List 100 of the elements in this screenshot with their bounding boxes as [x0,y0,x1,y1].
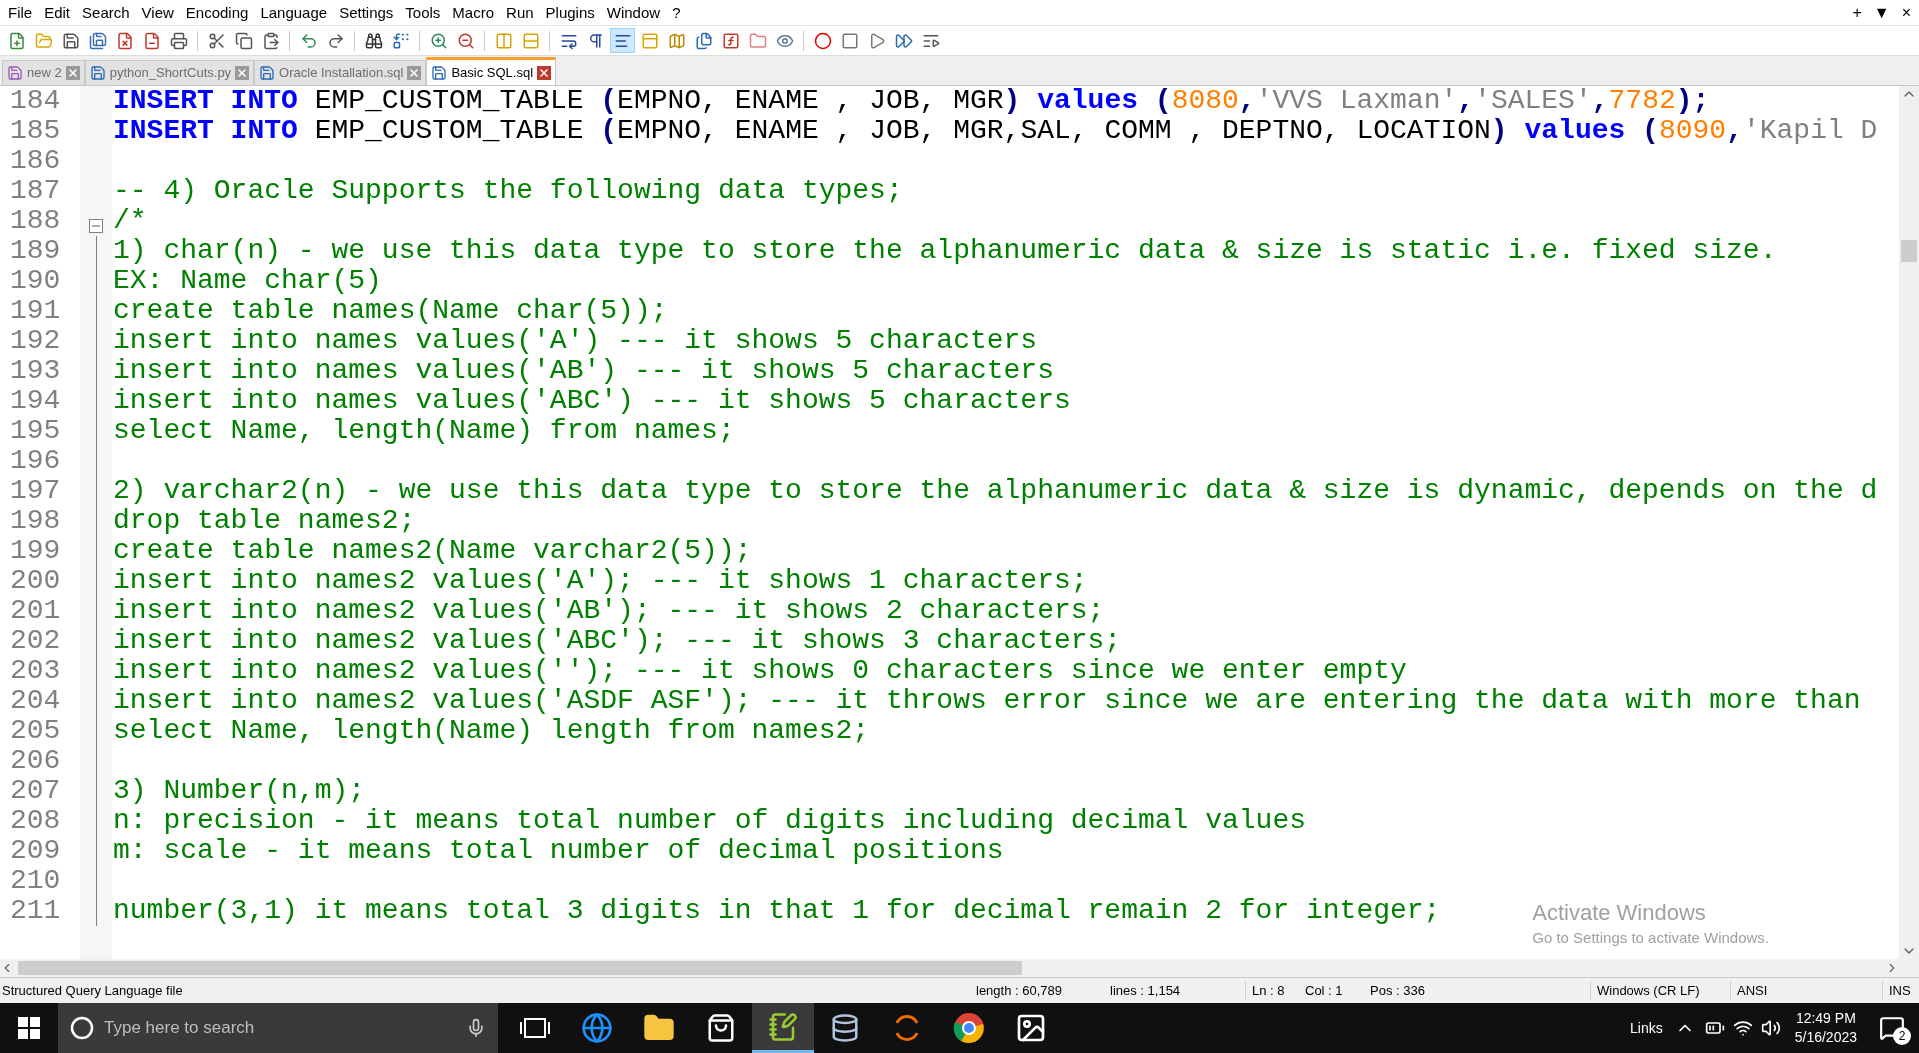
save-all-icon [88,31,107,50]
microphone-icon[interactable] [466,1018,486,1038]
line-number: 196 [10,446,62,476]
clock-time[interactable]: 12:49 PM [1795,1009,1856,1028]
line-number: 193 [10,356,62,386]
code-line: /* [113,205,147,236]
code-line: 1) char(n) - we use this data type to store the alphanumeric data & size is static i.e. fixed size. [113,235,1777,266]
redo-icon [326,31,345,50]
shopping-bag-icon [706,1013,736,1043]
line-number: 211 [10,896,62,926]
code-line: INSERT INTO EMP_CUSTOM_TABLE (EMPNO, ENAME , JOB, MGR) values (8080,'VVS Laxman','SALES',7782); [113,86,1710,116]
close-icon[interactable] [537,65,552,80]
menu-item[interactable]: Encoding [179,0,255,25]
wifi-icon[interactable] [1732,1018,1753,1038]
windows-logo-icon [18,1017,40,1039]
code-line: insert into names2 values('A'); --- it shows 1 characters; [113,565,1088,596]
search-icon [70,1016,94,1040]
scroll-thumb[interactable] [1901,240,1917,262]
browser-icon [581,1012,613,1044]
window-control[interactable]: × [1895,1,1917,24]
line-number: 207 [10,776,62,806]
menu-item[interactable]: Settings [333,0,400,25]
line-info: Ln : 8 [1245,980,1305,1001]
document-list-icon [694,31,713,50]
line-number: 192 [10,326,62,356]
menu-item[interactable]: ? [666,0,687,25]
stop-icon [840,31,859,50]
search-bar[interactable]: Type here to search [58,1003,498,1053]
map-icon [667,31,686,50]
notification-icon[interactable] [1879,1015,1905,1041]
taskbar-app[interactable] [752,1003,814,1053]
activation-title: Activate Windows [1532,899,1707,927]
menu-item[interactable]: Language [254,0,334,25]
line-number: 194 [10,386,62,416]
fast-forward-icon [894,31,913,50]
print-icon [169,31,188,50]
line-number: 185 [10,116,62,146]
menu-item[interactable]: Plugins [539,0,601,25]
code-line: insert into names2 values(''); --- it shows 0 characters since we enter empty [113,655,1407,686]
file-tab[interactable]: new 2 [2,60,85,85]
close-icon[interactable] [65,66,80,80]
line-number: 187 [10,176,62,206]
search-field[interactable]: Type here to search [104,1015,456,1041]
save-icon [61,31,80,50]
menu-item[interactable]: View [135,0,180,25]
file-tab[interactable]: Basic SQL.sql [426,57,557,85]
replace-icon [391,31,410,50]
code-line: insert into names values('A') --- it shows 5 characters [113,325,1038,356]
copy-icon [234,31,253,50]
line-number: 188 [10,206,62,236]
line-number: 201 [10,596,62,626]
sync-horizontal-icon [521,31,540,50]
code-line: EX: Name char(5) [113,265,382,296]
code-line: insert into names values('ABC') --- it shows 5 characters [113,385,1071,416]
line-number: 198 [10,506,62,536]
close-icon[interactable] [407,66,422,80]
notification-count: 2 [1893,1027,1911,1045]
code-line: insert into names2 values('ABC'); --- it shows 3 characters; [113,625,1122,656]
menu-item[interactable]: File [2,0,39,25]
length-info: length : 60,789 [975,981,1064,1000]
code-line: select Name, length(Name) from names; [113,415,735,446]
menu-item[interactable]: Search [76,0,136,25]
fold-minus-icon[interactable] [89,219,103,233]
column-info: Col : 1 [1305,981,1344,1000]
zoom-out-icon [456,31,475,50]
code-line: number(3,1) it means total 3 digits in that 1 for decimal remain 2 for integer; [113,895,1441,926]
menu-item[interactable]: Macro [446,0,501,25]
find-icon [364,31,383,50]
horizontal-scrollbar[interactable] [0,959,1919,977]
panel-icon [640,31,659,50]
scroll-thumb[interactable] [18,961,1022,975]
sync-vertical-icon [494,31,513,50]
toolbar-button[interactable] [610,28,635,53]
new-file-icon [7,31,26,50]
undo-icon [299,31,318,50]
window-control[interactable]: + [1846,1,1868,24]
tab-label: Oracle Installation.sql [279,64,404,83]
lines-info: lines : 1,154 [1110,981,1182,1000]
menu-item[interactable]: Run [500,0,540,25]
volume-icon[interactable] [1760,1018,1781,1038]
code-line: -- 4) Oracle Supports the following data types; [113,175,903,206]
file-tab[interactable]: python_ShortCuts.py [84,60,255,85]
encoding-info: ANSI [1730,980,1882,1001]
menu-item[interactable]: Edit [38,0,77,25]
code-line: 3) Number(n,m); [113,775,366,806]
vertical-scrollbar[interactable] [1899,86,1919,959]
line-number: 208 [10,806,62,836]
close-icon[interactable] [235,66,250,80]
menu-item[interactable]: Window [600,0,667,25]
clock-date[interactable]: 5/16/2023 [1794,1028,1857,1047]
code-line: select Name, length(Name) length from names2; [113,715,870,746]
task-view-icon [520,1016,550,1040]
eol-info: Windows (CR LF) [1590,980,1730,1001]
line-number: 206 [10,746,62,776]
window-control[interactable]: ▼ [1867,1,1896,24]
toolbar-label[interactable]: Links [1630,1017,1663,1039]
file-tab[interactable]: Oracle Installation.sql [254,60,427,85]
file-type: Structured Query Language file [1,981,184,1000]
line-number: 205 [10,716,62,746]
menu-item[interactable]: Tools [399,0,447,25]
